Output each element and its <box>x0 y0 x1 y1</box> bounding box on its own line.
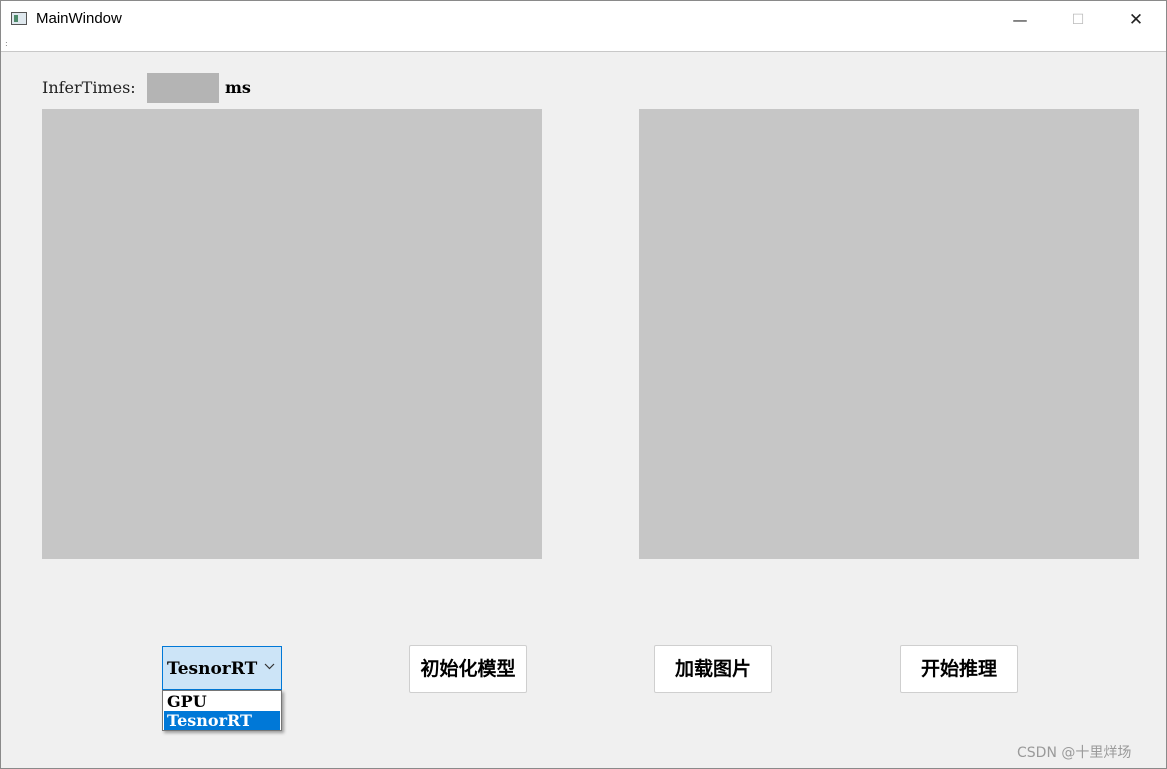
minimize-button[interactable]: — <box>991 1 1049 39</box>
load-image-button[interactable]: 加载图片 <box>654 645 772 693</box>
input-image-panel <box>42 109 542 559</box>
infer-times-value <box>147 73 219 103</box>
backend-combobox[interactable]: TesnorRT <box>162 646 282 690</box>
infer-times-unit: ms <box>225 78 251 97</box>
window-title: MainWindow <box>36 10 122 27</box>
maximize-button[interactable]: ☐ <box>1049 1 1107 39</box>
menu-bar: : <box>1 39 1166 52</box>
dropdown-option-gpu[interactable]: GPU <box>164 692 280 711</box>
chevron-down-icon <box>264 660 275 673</box>
start-inference-button[interactable]: 开始推理 <box>900 645 1018 693</box>
output-image-panel <box>639 109 1139 559</box>
app-icon <box>11 12 27 25</box>
backend-dropdown-list: GPU TesnorRT <box>162 690 282 731</box>
title-bar: MainWindow — ☐ ✕ <box>1 1 1166 39</box>
infer-times-label: InferTimes: <box>42 78 136 97</box>
main-window: MainWindow — ☐ ✕ : InferTimes: ms Tesnor… <box>0 0 1167 769</box>
init-model-button[interactable]: 初始化模型 <box>409 645 527 693</box>
menu-grip-icon: : <box>5 39 8 48</box>
dropdown-option-tensorrt[interactable]: TesnorRT <box>164 711 280 730</box>
watermark: CSDN @十里烊场 <box>1017 745 1132 761</box>
backend-combobox-value: TesnorRT <box>167 659 258 679</box>
close-button[interactable]: ✕ <box>1107 1 1165 39</box>
